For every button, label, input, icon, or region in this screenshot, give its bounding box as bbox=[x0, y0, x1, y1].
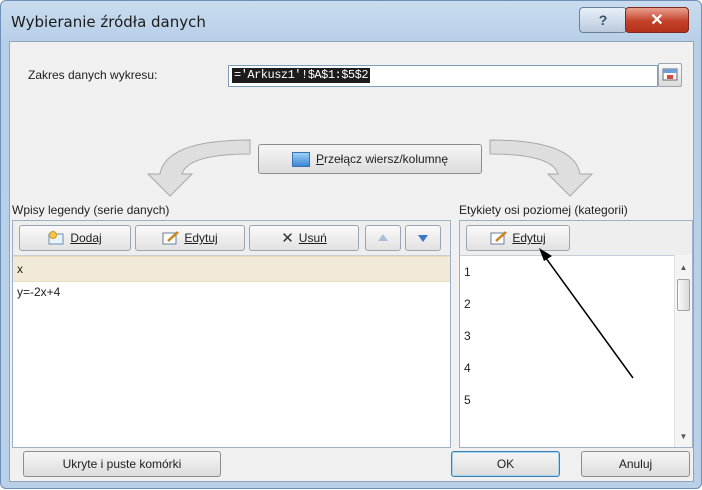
switch-icon bbox=[291, 151, 310, 167]
legend-entry-x[interactable]: x bbox=[13, 256, 450, 282]
edit-axis-label: Edytuj bbox=[512, 231, 546, 245]
close-icon: ✕ bbox=[650, 12, 664, 29]
hidden-empty-cells-button[interactable]: Ukryte i puste komórki bbox=[23, 451, 221, 477]
chart-range-input[interactable]: ='Arkusz1'!$A$1:$5$2 bbox=[228, 65, 658, 87]
hidden-empty-cells-label: Ukryte i puste komórki bbox=[62, 457, 182, 471]
axis-label-item[interactable]: 4 bbox=[460, 352, 674, 384]
chart-range-value: ='Arkusz1'!$A$1:$5$2 bbox=[232, 68, 371, 83]
move-up-button[interactable] bbox=[365, 225, 401, 251]
axis-labels-scrollbar[interactable]: ▲ ▼ bbox=[674, 255, 692, 447]
chart-range-label: Zakres danych wykresu: bbox=[28, 68, 158, 82]
help-button[interactable]: ? bbox=[579, 7, 627, 33]
cancel-label: Anuluj bbox=[618, 457, 653, 471]
ok-label: OK bbox=[496, 457, 515, 471]
edit-icon bbox=[162, 231, 180, 245]
move-down-button[interactable] bbox=[405, 225, 441, 251]
cancel-button[interactable]: Anuluj bbox=[581, 451, 690, 477]
switch-label: rzełącz wiersz/kolumnę bbox=[323, 152, 449, 166]
axis-label-item[interactable]: 1 bbox=[460, 256, 674, 288]
edit-axis-icon bbox=[490, 231, 508, 245]
remove-series-button[interactable]: ✕ Usuń bbox=[249, 225, 359, 251]
legend-toolbar: Dodaj Edytuj ✕ Usuń bbox=[13, 221, 450, 256]
select-data-source-dialog: Wybieranie źródła danych ? ✕ Zakres dany… bbox=[0, 0, 702, 489]
ok-button[interactable]: OK bbox=[451, 451, 560, 477]
dialog-content: Zakres danych wykresu: ='Arkusz1'!$A$1:$… bbox=[9, 41, 694, 482]
dialog-title: Wybieranie źródła danych bbox=[11, 13, 206, 31]
legend-entries-panel: Dodaj Edytuj ✕ Usuń x y=-2x+4 bbox=[12, 220, 451, 448]
collapse-dialog-button[interactable] bbox=[658, 63, 682, 87]
range-picker-icon bbox=[662, 68, 678, 81]
scroll-up-icon[interactable]: ▲ bbox=[675, 263, 692, 272]
axis-toolbar: Edytuj bbox=[460, 221, 692, 256]
legend-entries-header: Wpisy legendy (serie danych) bbox=[12, 203, 170, 217]
arrow-down-icon bbox=[418, 235, 428, 242]
scroll-down-icon[interactable]: ▼ bbox=[675, 432, 692, 441]
add-label: Dodaj bbox=[70, 231, 102, 245]
add-series-button[interactable]: Dodaj bbox=[19, 225, 131, 251]
legend-entry-y[interactable]: y=-2x+4 bbox=[13, 280, 450, 304]
edit-series-button[interactable]: Edytuj bbox=[135, 225, 245, 251]
axis-label-item[interactable]: 3 bbox=[460, 320, 674, 352]
remove-icon: ✕ bbox=[281, 230, 294, 247]
axis-label-item[interactable]: 2 bbox=[460, 288, 674, 320]
switch-row-column-button[interactable]: Przełącz wiersz/kolumnę bbox=[258, 144, 482, 174]
switch-label-accelerator: P bbox=[315, 152, 324, 166]
remove-label: Usuń bbox=[298, 231, 327, 245]
close-button[interactable]: ✕ bbox=[625, 7, 689, 33]
title-bar[interactable]: Wybieranie źródła danych ? ✕ bbox=[1, 1, 701, 41]
curved-arrow-right-icon bbox=[489, 139, 594, 197]
axis-labels-header: Etykiety osi poziomej (kategorii) bbox=[459, 203, 628, 217]
scroll-thumb[interactable] bbox=[677, 279, 690, 311]
axis-label-item[interactable]: 5 bbox=[460, 384, 674, 416]
edit-axis-labels-button[interactable]: Edytuj bbox=[466, 225, 570, 251]
curved-arrow-left-icon bbox=[146, 139, 251, 197]
arrow-up-icon bbox=[378, 234, 388, 241]
add-icon bbox=[48, 231, 64, 245]
axis-labels-panel: Edytuj 1 2 3 4 5 ▲ ▼ bbox=[459, 220, 693, 448]
edit-series-label: Edytuj bbox=[184, 231, 218, 245]
